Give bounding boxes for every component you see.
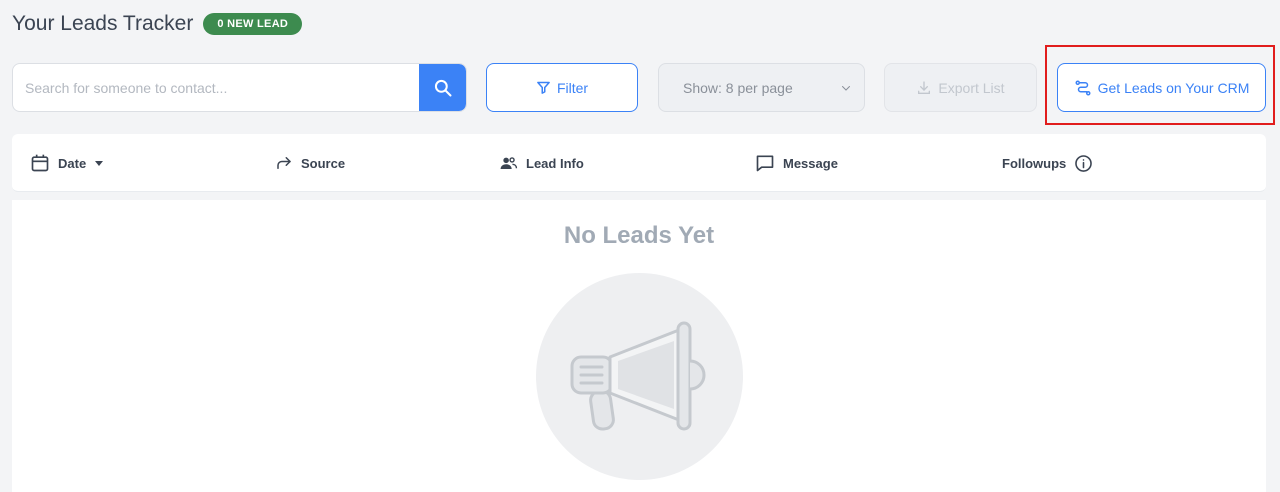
get-leads-crm-button[interactable]: Get Leads on Your CRM bbox=[1057, 63, 1266, 112]
people-icon bbox=[500, 156, 518, 169]
empty-state-circle bbox=[536, 273, 743, 480]
page-header: Your Leads Tracker 0 NEW LEAD bbox=[12, 12, 303, 36]
filter-label: Filter bbox=[556, 79, 589, 96]
chevron-down-icon bbox=[842, 85, 850, 91]
page-title: Your Leads Tracker bbox=[12, 12, 194, 35]
column-message[interactable]: Message bbox=[755, 134, 838, 192]
info-icon[interactable] bbox=[1074, 154, 1093, 173]
search-input[interactable] bbox=[13, 64, 421, 111]
export-list-button[interactable]: Export List bbox=[884, 63, 1037, 112]
share-arrow-icon bbox=[277, 157, 291, 169]
per-page-value: Show: 8 per page bbox=[683, 79, 793, 96]
per-page-select[interactable]: Show: 8 per page bbox=[658, 63, 865, 112]
calendar-icon bbox=[31, 154, 49, 172]
crm-label: Get Leads on Your CRM bbox=[1097, 79, 1250, 96]
empty-state: No Leads Yet bbox=[12, 200, 1266, 492]
column-label: Message bbox=[783, 155, 838, 171]
new-lead-badge: 0 NEW LEAD bbox=[203, 13, 303, 35]
toolbar: Filter Show: 8 per page Export List Get … bbox=[12, 63, 1266, 112]
search-icon bbox=[434, 79, 451, 96]
empty-state-title: No Leads Yet bbox=[563, 222, 715, 249]
column-label: Source bbox=[301, 155, 346, 171]
megaphone-icon bbox=[570, 321, 706, 431]
column-followups[interactable]: Followups bbox=[1002, 134, 1093, 192]
download-icon bbox=[918, 80, 931, 94]
column-lead-info[interactable]: Lead Info bbox=[499, 134, 584, 192]
search-box bbox=[12, 63, 467, 112]
column-source[interactable]: Source bbox=[275, 134, 345, 192]
column-label: Followups bbox=[1002, 155, 1067, 171]
search-button[interactable] bbox=[419, 64, 466, 111]
column-date[interactable]: Date bbox=[30, 134, 104, 192]
column-label: Date bbox=[58, 155, 87, 171]
integration-icon bbox=[1075, 80, 1091, 95]
column-label: Lead Info bbox=[526, 155, 584, 171]
table-header: Date Source Lead Info Message Followups bbox=[12, 134, 1266, 192]
message-icon bbox=[756, 155, 774, 172]
export-label: Export List bbox=[938, 79, 1005, 96]
filter-icon bbox=[537, 81, 550, 94]
caret-down-icon bbox=[95, 161, 104, 166]
filter-button[interactable]: Filter bbox=[486, 63, 638, 112]
